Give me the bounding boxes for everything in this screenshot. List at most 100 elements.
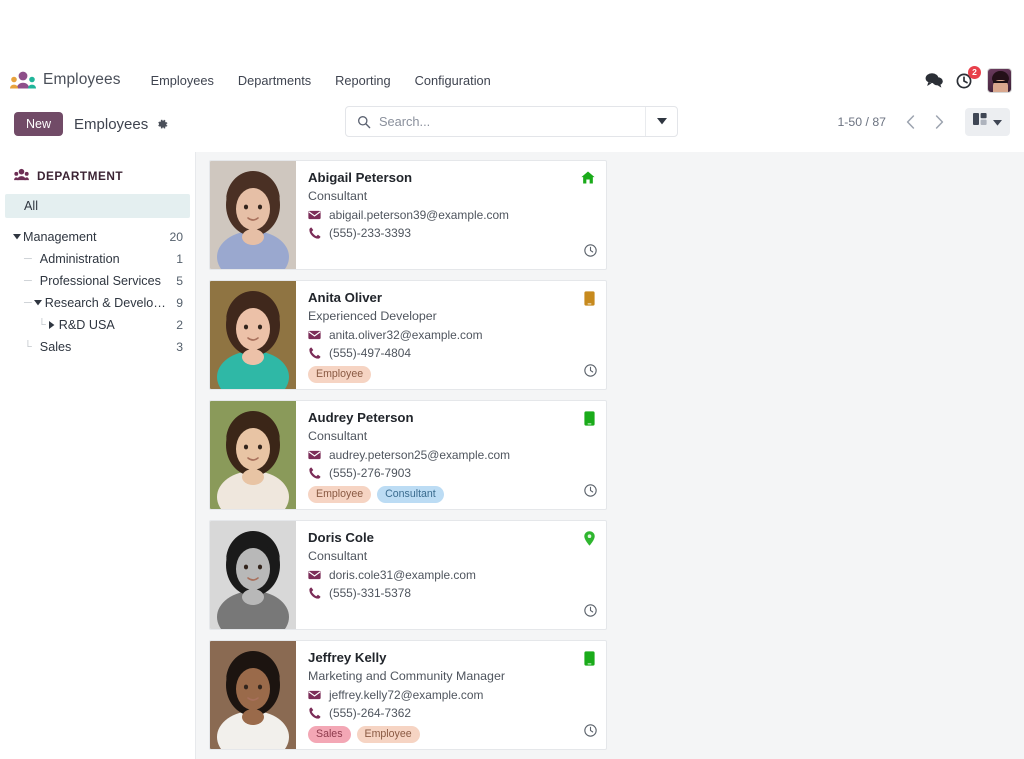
employee-phone-row[interactable]: (555)-331-5378 bbox=[308, 586, 596, 600]
chevron-down-icon[interactable] bbox=[32, 300, 45, 306]
sidebar-item-rd-usa[interactable]: └ R&D USA 2 bbox=[0, 314, 195, 336]
clock-activity-icon[interactable]: 2 bbox=[956, 65, 981, 89]
clock-icon[interactable] bbox=[584, 364, 597, 382]
sidebar-item-sales[interactable]: └ Sales 3 bbox=[0, 336, 195, 358]
employee-card-body: Audrey Peterson Consultant audrey.peterson… bbox=[296, 401, 606, 509]
envelope-icon bbox=[308, 570, 321, 580]
view-switcher[interactable] bbox=[965, 107, 1010, 136]
mobile-phone-icon[interactable] bbox=[584, 651, 595, 671]
employee-card-body: Doris Cole Consultant doris.cole31@example… bbox=[296, 521, 606, 629]
employee-phone: (555)-264-7362 bbox=[329, 705, 411, 720]
app-brand[interactable]: Employees bbox=[0, 70, 121, 90]
tree-branch-icon: └ bbox=[38, 319, 46, 331]
pager-previous-button[interactable] bbox=[898, 108, 923, 135]
search-dropdown-toggle[interactable] bbox=[645, 107, 677, 136]
mobile-phone-icon[interactable] bbox=[584, 411, 595, 431]
chevron-down-icon[interactable] bbox=[10, 234, 23, 240]
sidebar: DEPARTMENT All Management 20 ─ Administr… bbox=[0, 152, 196, 759]
menu-item-departments[interactable]: Departments bbox=[226, 69, 323, 92]
sidebar-item-professional-services[interactable]: ─ Professional Services 5 bbox=[0, 270, 195, 292]
sidebar-header: DEPARTMENT bbox=[0, 168, 195, 184]
employee-job-title: Marketing and Community Manager bbox=[308, 668, 505, 683]
employee-email-row[interactable]: anita.oliver32@example.com bbox=[308, 328, 596, 342]
employee-card[interactable]: Anita Oliver Experienced Developer anita.o… bbox=[209, 280, 607, 390]
search-bar[interactable] bbox=[345, 106, 678, 137]
menu-item-employees[interactable]: Employees bbox=[139, 69, 226, 92]
sidebar-item-count: 20 bbox=[169, 230, 183, 244]
search-input[interactable] bbox=[371, 114, 645, 129]
clock-icon[interactable] bbox=[584, 604, 597, 622]
avatar[interactable] bbox=[987, 67, 1012, 93]
department-tree: Management 20 ─ Administration 1 ─ Profe… bbox=[0, 226, 195, 358]
mobile-phone-icon[interactable] bbox=[584, 291, 595, 311]
app-brand-label: Employees bbox=[43, 71, 121, 88]
kanban-view-icon bbox=[973, 112, 988, 131]
envelope-icon bbox=[308, 450, 321, 460]
pager-count: 1-50 / 87 bbox=[837, 114, 886, 129]
envelope-icon bbox=[308, 690, 321, 700]
employee-name: Audrey Peterson bbox=[308, 410, 414, 425]
employee-card[interactable]: Jeffrey Kelly Marketing and Community Man… bbox=[209, 640, 607, 750]
menu-item-reporting[interactable]: Reporting bbox=[323, 69, 403, 92]
menu-item-configuration[interactable]: Configuration bbox=[403, 69, 503, 92]
phone-icon bbox=[308, 467, 321, 479]
sidebar-item-administration[interactable]: ─ Administration 1 bbox=[0, 248, 195, 270]
employee-email-row[interactable]: abigail.peterson39@example.com bbox=[308, 208, 596, 222]
employee-phone: (555)-497-4804 bbox=[329, 345, 411, 360]
tag-sales[interactable]: Sales bbox=[308, 725, 351, 743]
employee-name: Anita Oliver bbox=[308, 290, 383, 305]
employee-phone-row[interactable]: (555)-233-3393 bbox=[308, 226, 596, 240]
department-group-icon bbox=[14, 168, 29, 184]
employees-app-icon bbox=[10, 70, 36, 90]
employee-job-title: Consultant bbox=[308, 188, 368, 203]
tag-employee[interactable]: Employee bbox=[308, 365, 372, 383]
employee-phone: (555)-276-7903 bbox=[329, 465, 411, 480]
clock-icon[interactable] bbox=[584, 484, 597, 502]
sidebar-item-label: Administration bbox=[39, 252, 120, 266]
sidebar-item-all[interactable]: All bbox=[5, 194, 190, 218]
employee-phone-row[interactable]: (555)-276-7903 bbox=[308, 466, 596, 480]
gear-icon[interactable] bbox=[156, 118, 169, 131]
home-icon[interactable] bbox=[581, 171, 595, 189]
sidebar-item-count: 1 bbox=[176, 252, 183, 266]
chevron-right-icon[interactable] bbox=[46, 321, 59, 329]
tag-employee[interactable]: Employee bbox=[356, 725, 420, 743]
employee-card[interactable]: Abigail Peterson Consultant abigail.peters… bbox=[209, 160, 607, 270]
tag-employee[interactable]: Employee bbox=[308, 485, 372, 503]
phone-icon bbox=[308, 707, 321, 719]
sidebar-item-research-development[interactable]: ─ Research & Develop... 9 bbox=[0, 292, 195, 314]
tree-branch-icon: ─ bbox=[24, 253, 32, 265]
employee-email: anita.oliver32@example.com bbox=[329, 327, 483, 342]
sidebar-item-count: 3 bbox=[176, 340, 183, 354]
clock-icon[interactable] bbox=[584, 244, 597, 262]
sidebar-item-label: R&D USA bbox=[58, 318, 115, 332]
employee-email-row[interactable]: audrey.peterson25@example.com bbox=[308, 448, 596, 462]
phone-icon bbox=[308, 347, 321, 359]
employee-kanban: Abigail Peterson Consultant abigail.peters… bbox=[196, 152, 1024, 759]
sidebar-item-label: Professional Services bbox=[39, 274, 161, 288]
employee-card[interactable]: Doris Cole Consultant doris.cole31@example… bbox=[209, 520, 607, 630]
employee-tags: Employee bbox=[308, 365, 596, 383]
employee-card-body: Jeffrey Kelly Marketing and Community Man… bbox=[296, 641, 606, 749]
sidebar-item-management[interactable]: Management 20 bbox=[0, 226, 195, 248]
anita-oliver-photo bbox=[210, 281, 296, 389]
employee-phone-row[interactable]: (555)-497-4804 bbox=[308, 346, 596, 360]
employee-name: Jeffrey Kelly bbox=[308, 650, 387, 665]
employee-name: Doris Cole bbox=[308, 530, 374, 545]
employee-job-title: Consultant bbox=[308, 428, 368, 443]
tag-consultant[interactable]: Consultant bbox=[377, 485, 444, 503]
employee-phone-row[interactable]: (555)-264-7362 bbox=[308, 706, 596, 720]
sidebar-item-count: 2 bbox=[176, 318, 183, 332]
employee-email-row[interactable]: doris.cole31@example.com bbox=[308, 568, 596, 582]
map-pin-icon[interactable] bbox=[584, 531, 595, 551]
chat-bubbles-icon[interactable] bbox=[925, 72, 943, 88]
tree-branch-icon: └ bbox=[24, 341, 32, 353]
new-button[interactable]: New bbox=[14, 112, 64, 136]
caret-down-icon bbox=[993, 113, 1002, 131]
activities-count-badge: 2 bbox=[968, 65, 981, 79]
employee-card[interactable]: Audrey Peterson Consultant audrey.peterson… bbox=[209, 400, 607, 510]
clock-icon[interactable] bbox=[584, 724, 597, 742]
employee-email-row[interactable]: jeffrey.kelly72@example.com bbox=[308, 688, 596, 702]
pager-next-button[interactable] bbox=[927, 108, 952, 135]
app-window: Employees Employees Departments Reportin… bbox=[0, 0, 1024, 759]
